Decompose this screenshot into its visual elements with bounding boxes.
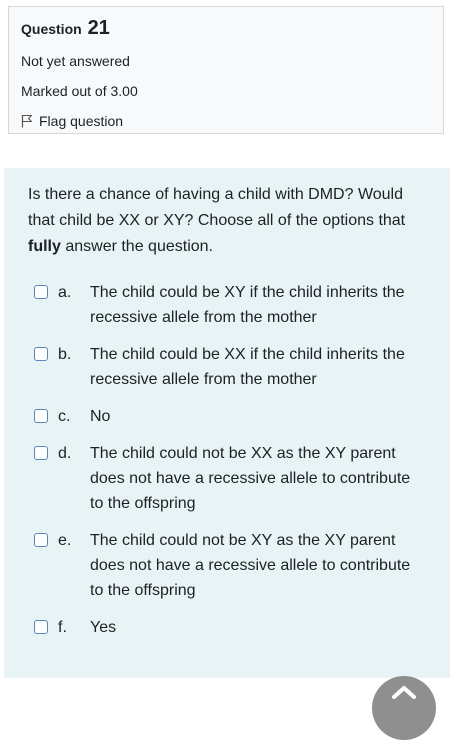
question-number: Question 21 xyxy=(21,17,443,40)
checkbox-icon[interactable] xyxy=(34,285,48,299)
question-grade: Marked out of 3.00 xyxy=(21,83,138,99)
question-info: Question 21 Not yet answered Marked out … xyxy=(8,6,444,134)
option-text: The child could be XX if the child inher… xyxy=(90,346,405,388)
option-letter: d. xyxy=(58,445,72,462)
flag-question-link[interactable]: Flag question xyxy=(21,112,443,130)
option-letter: c. xyxy=(58,408,71,425)
answer-option-d[interactable]: d. The child could not be XX as the XY p… xyxy=(28,441,450,516)
option-letter: a. xyxy=(58,284,72,301)
option-text: No xyxy=(90,408,111,425)
checkbox-icon[interactable] xyxy=(34,533,48,547)
answer-options: a. The child could be XY if the child in… xyxy=(28,280,450,640)
option-text: The child could be XY if the child inher… xyxy=(90,284,405,326)
question-label: Question xyxy=(21,21,82,37)
checkbox-icon[interactable] xyxy=(34,409,48,423)
checkbox-icon[interactable] xyxy=(34,347,48,361)
question-number-value: 21 xyxy=(87,17,110,39)
question-state: Not yet answered xyxy=(21,53,130,69)
answer-option-c[interactable]: c. No xyxy=(28,404,450,429)
answer-option-b[interactable]: b. The child could be XX if the child in… xyxy=(28,342,450,392)
question-text-end: answer the question. xyxy=(60,238,213,255)
checkbox-icon[interactable] xyxy=(34,446,48,460)
checkbox-icon[interactable] xyxy=(34,620,48,634)
answer-option-e[interactable]: e. The child could not be XY as the XY p… xyxy=(28,528,450,603)
back-to-top-button[interactable] xyxy=(372,676,436,740)
question-text: Is there a chance of having a child with… xyxy=(28,182,428,260)
answer-option-a[interactable]: a. The child could be XY if the child in… xyxy=(28,280,450,330)
flag-icon xyxy=(21,114,33,128)
answer-option-f[interactable]: f. Yes xyxy=(28,615,450,640)
option-letter: f. xyxy=(58,619,67,636)
option-text: The child could not be XY as the XY pare… xyxy=(90,532,411,599)
question-text-emphasis: fully xyxy=(28,238,61,255)
flag-question-label: Flag question xyxy=(39,113,124,129)
option-text: The child could not be XX as the XY pare… xyxy=(90,445,411,512)
option-letter: b. xyxy=(58,346,72,363)
option-letter: e. xyxy=(58,532,72,549)
question-formulation: Is there a chance of having a child with… xyxy=(4,168,450,678)
question-text-part: Is there a chance of having a child with… xyxy=(28,186,406,229)
option-text: Yes xyxy=(90,619,117,636)
chevron-up-icon xyxy=(392,686,416,699)
